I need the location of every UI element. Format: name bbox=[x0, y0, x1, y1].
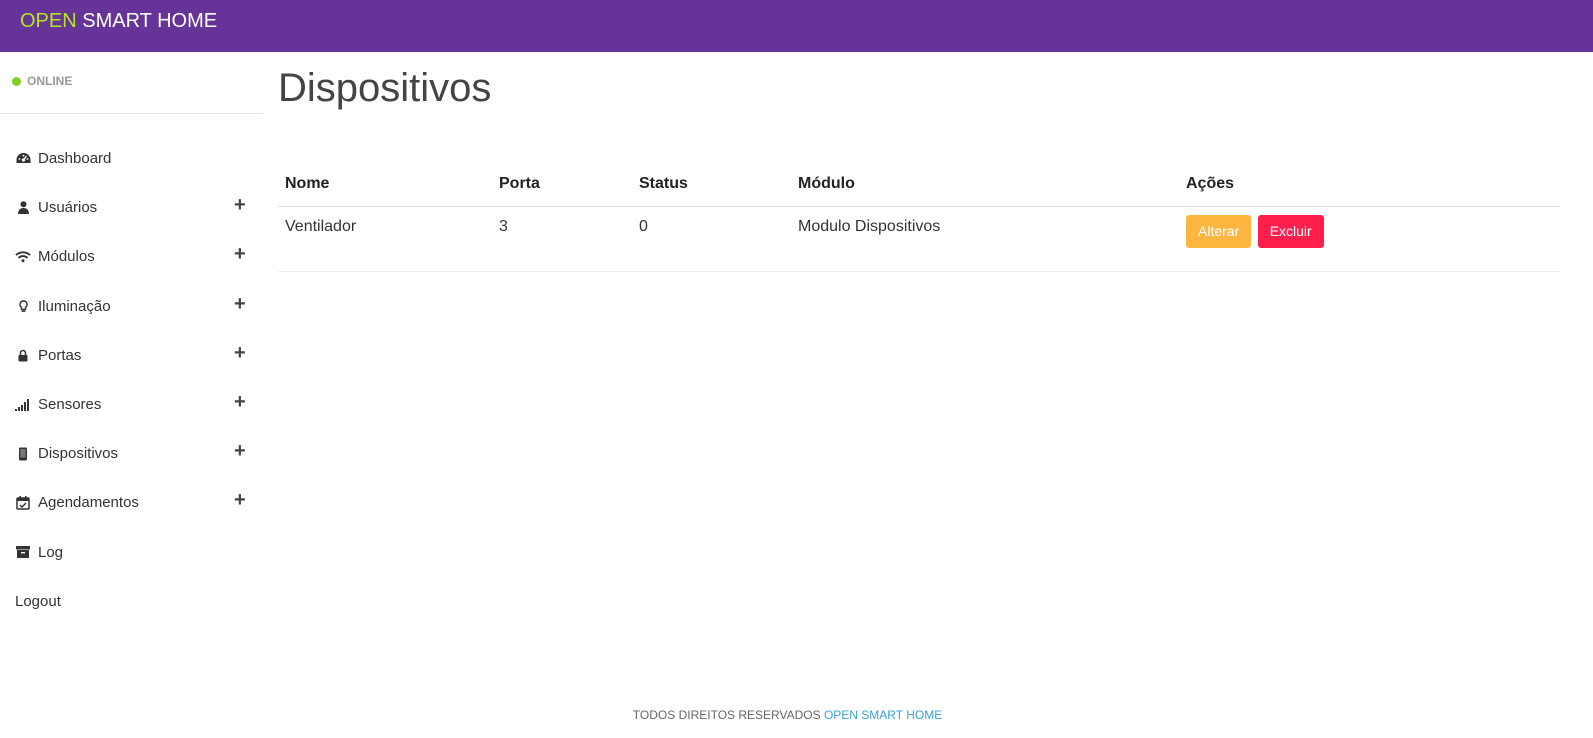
expand-plus-icon[interactable]: + bbox=[234, 294, 246, 314]
expand-plus-icon[interactable]: + bbox=[234, 244, 246, 264]
sidebar-item-usuarios[interactable]: Usuários + bbox=[0, 183, 263, 232]
table-row: Ventilador 3 0 Modulo Dispositivos Alter… bbox=[278, 206, 1560, 272]
online-status: ONLINE bbox=[12, 74, 72, 88]
sidebar-item-label: Sensores bbox=[38, 396, 102, 414]
wifi-icon bbox=[15, 250, 31, 264]
column-header-nome: Nome bbox=[278, 162, 492, 207]
footer: TODOS DIREITOS RESERVADOS OPEN SMART HOM… bbox=[0, 708, 1575, 722]
expand-plus-icon[interactable]: + bbox=[234, 195, 246, 215]
sidebar-item-dashboard[interactable]: Dashboard bbox=[0, 134, 263, 183]
column-header-modulo: Módulo bbox=[791, 162, 1179, 207]
calendar-check-icon bbox=[15, 495, 31, 510]
online-dot-icon bbox=[12, 76, 21, 86]
sidebar: ONLINE Dashboard Usuários + Módulos + Il… bbox=[0, 52, 263, 652]
sidebar-menu: Dashboard Usuários + Módulos + Iluminaçã… bbox=[0, 134, 263, 626]
sidebar-item-modulos[interactable]: Módulos + bbox=[0, 232, 263, 281]
sidebar-item-agendamentos[interactable]: Agendamentos + bbox=[0, 478, 263, 527]
lightbulb-icon bbox=[15, 299, 31, 313]
sidebar-item-label: Log bbox=[38, 543, 64, 561]
sidebar-item-portas[interactable]: Portas + bbox=[0, 331, 263, 380]
expand-plus-icon[interactable]: + bbox=[234, 490, 246, 510]
sidebar-item-dispositivos[interactable]: Dispositivos + bbox=[0, 429, 263, 478]
column-header-porta: Porta bbox=[492, 162, 632, 207]
table-header-row: Nome Porta Status Módulo Ações bbox=[278, 162, 1560, 207]
user-icon bbox=[15, 201, 31, 215]
footer-text: TODOS DIREITOS RESERVADOS bbox=[632, 708, 824, 722]
dashboard-icon bbox=[15, 152, 31, 166]
lock-icon bbox=[15, 348, 31, 362]
cell-acoes: Alterar Excluir bbox=[1179, 206, 1560, 272]
sidebar-divider bbox=[0, 113, 263, 114]
brand-open-text: OPEN bbox=[20, 10, 77, 32]
sidebar-item-label: Portas bbox=[38, 346, 82, 364]
sidebar-item-logout[interactable]: Logout bbox=[0, 577, 263, 626]
sidebar-item-iluminacao[interactable]: Iluminação + bbox=[0, 282, 263, 331]
column-header-status: Status bbox=[632, 162, 791, 207]
phone-icon bbox=[15, 447, 31, 461]
expand-plus-icon[interactable]: + bbox=[234, 441, 246, 461]
cell-status: 0 bbox=[632, 206, 791, 272]
cell-nome: Ventilador bbox=[278, 206, 492, 272]
brand-rest-text: SMART HOME bbox=[76, 10, 218, 32]
sidebar-item-label: Usuários bbox=[38, 199, 98, 217]
signal-icon bbox=[15, 398, 31, 412]
sidebar-item-log[interactable]: Log bbox=[0, 528, 263, 577]
top-navbar: OPEN SMART HOME bbox=[0, 0, 1593, 52]
sidebar-item-sensores[interactable]: Sensores + bbox=[0, 380, 263, 429]
sidebar-item-label: Dashboard bbox=[38, 150, 112, 168]
sidebar-item-label: Módulos bbox=[38, 248, 95, 266]
edit-button[interactable]: Alterar bbox=[1186, 214, 1252, 248]
page-title: Dispositivos bbox=[278, 66, 492, 110]
expand-plus-icon[interactable]: + bbox=[234, 392, 246, 412]
expand-plus-icon[interactable]: + bbox=[234, 343, 246, 363]
cell-modulo: Modulo Dispositivos bbox=[791, 206, 1179, 272]
devices-table: Nome Porta Status Módulo Ações Ventilado… bbox=[278, 162, 1560, 272]
cell-porta: 3 bbox=[492, 206, 632, 272]
sidebar-item-label: Logout bbox=[15, 592, 61, 610]
delete-button[interactable]: Excluir bbox=[1257, 214, 1324, 248]
archive-icon bbox=[15, 545, 31, 559]
sidebar-item-label: Agendamentos bbox=[38, 494, 139, 512]
status-label: ONLINE bbox=[27, 74, 73, 88]
column-header-acoes: Ações bbox=[1179, 162, 1560, 207]
footer-link[interactable]: OPEN SMART HOME bbox=[824, 708, 942, 722]
brand-logo[interactable]: OPEN SMART HOME bbox=[20, 10, 217, 33]
sidebar-item-label: Iluminação bbox=[38, 297, 111, 315]
sidebar-item-label: Dispositivos bbox=[38, 445, 119, 463]
